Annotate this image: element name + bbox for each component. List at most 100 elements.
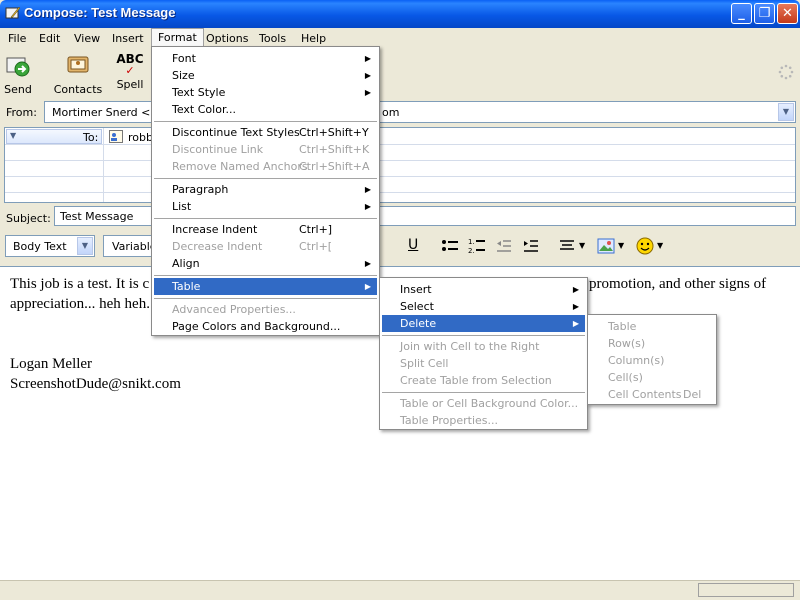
from-value-tail: om: [382, 106, 400, 119]
to-type-dropdown-icon[interactable]: ▼: [10, 131, 16, 140]
table-menu-create-table: Create Table from Selection: [382, 372, 585, 389]
format-menu-list[interactable]: List ▶: [154, 198, 377, 215]
menu-label: Table or Cell Background Color...: [400, 397, 579, 410]
send-icon: [6, 57, 30, 77]
menu-label: List: [172, 200, 192, 213]
subject-value: Test Message: [60, 210, 134, 223]
numbered-list-icon[interactable]: 1. 2.: [468, 237, 486, 255]
format-menu-text-style-label: Text Style: [172, 86, 226, 99]
spell-button[interactable]: ABC ✓ Spell: [110, 52, 150, 91]
format-menu-text-color[interactable]: Text Color...: [154, 101, 377, 118]
smiley-dropdown-icon[interactable]: ▼: [657, 241, 663, 250]
format-menu-table[interactable]: Table ▶: [154, 278, 377, 295]
delete-menu-columns: Column(s): [590, 352, 714, 369]
signature-name: Logan Meller: [10, 356, 93, 372]
menu-label: Table Properties...: [400, 414, 499, 427]
underline-button[interactable]: U: [408, 237, 418, 253]
menu-label: Column(s): [608, 354, 665, 367]
insert-dropdown-icon[interactable]: ▼: [618, 241, 624, 250]
body-line-2: appreciation... heh heh.: [10, 296, 150, 312]
format-menu-align[interactable]: Align ▶: [154, 255, 377, 272]
menu-separator: [154, 178, 377, 179]
smiley-icon[interactable]: [636, 237, 654, 255]
menu-separator: [154, 121, 377, 122]
status-progress-pane: [698, 583, 794, 597]
format-menu-text-style[interactable]: Text Style ▶: [154, 84, 377, 101]
submenu-arrow-icon: ▶: [364, 54, 371, 63]
address-row-divider: [5, 192, 795, 193]
menu-view[interactable]: View: [68, 29, 106, 48]
format-menu-font[interactable]: Font ▶: [154, 50, 377, 67]
to-label: To:: [83, 131, 99, 144]
menu-label: Decrease Indent: [172, 240, 263, 253]
menu-label: Align: [172, 257, 200, 270]
format-menu-font-label: Font: [172, 52, 196, 65]
bullet-list-icon[interactable]: [441, 238, 459, 254]
submenu-arrow-icon: ▶: [572, 285, 579, 294]
insert-image-icon[interactable]: [597, 238, 615, 254]
format-menu-text-color-label: Text Color...: [172, 103, 236, 116]
address-row-divider: [5, 144, 795, 145]
svg-text:2.: 2.: [468, 247, 475, 255]
menu-label: Paragraph: [172, 183, 229, 196]
increase-indent-icon[interactable]: [523, 238, 539, 254]
menu-label: Table: [172, 280, 201, 293]
style-dropdown-icon[interactable]: ▼: [77, 237, 93, 255]
contacts-label: Contacts: [53, 83, 103, 96]
menu-shortcut: Del: [683, 388, 702, 401]
menu-label: Join with Cell to the Right: [400, 340, 540, 353]
menu-shortcut: Ctrl+Shift+K: [299, 143, 370, 156]
align-icon[interactable]: [559, 238, 575, 254]
table-menu-delete[interactable]: Delete ▶: [382, 315, 585, 332]
address-row-divider: [5, 160, 795, 161]
delete-menu-cell-contents: Cell Contents Del: [590, 386, 714, 403]
menu-label: Select: [400, 300, 434, 313]
format-menu-discontinue-text-styles[interactable]: Discontinue Text Styles Ctrl+Shift+Y: [154, 124, 377, 141]
submenu-arrow-icon: ▶: [364, 282, 371, 291]
body-line-1-start: This job is a test. It is c: [10, 276, 150, 292]
menu-label: Page Colors and Background...: [172, 320, 341, 333]
table-menu-properties: Table Properties...: [382, 412, 585, 429]
align-dropdown-icon[interactable]: ▼: [579, 241, 585, 250]
format-menu-size[interactable]: Size ▶: [154, 67, 377, 84]
throbber-icon: [778, 64, 794, 80]
menu-format[interactable]: Format: [151, 28, 204, 47]
format-menu-paragraph[interactable]: Paragraph ▶: [154, 181, 377, 198]
from-dropdown-icon[interactable]: ▼: [778, 103, 794, 121]
submenu-arrow-icon: ▶: [364, 71, 371, 80]
menu-label: Insert: [400, 283, 432, 296]
submenu-arrow-icon: ▶: [572, 319, 579, 328]
format-menu-page-colors[interactable]: Page Colors and Background...: [154, 318, 377, 335]
format-menu-size-label: Size: [172, 69, 195, 82]
table-menu-select[interactable]: Select ▶: [382, 298, 585, 315]
send-button[interactable]: Send: [0, 52, 48, 96]
menu-shortcut: Ctrl+]: [299, 223, 333, 236]
menu-insert[interactable]: Insert: [106, 29, 150, 48]
menu-edit[interactable]: Edit: [33, 29, 66, 48]
format-menu-increase-indent[interactable]: Increase Indent Ctrl+]: [154, 221, 377, 238]
menu-label: Increase Indent: [172, 223, 258, 236]
decrease-indent-icon[interactable]: [496, 238, 512, 254]
menu-shortcut: Ctrl+Shift+Y: [299, 126, 369, 139]
contacts-icon: [67, 56, 89, 73]
table-submenu: Insert ▶ Select ▶ Delete ▶ Join with Cell t…: [379, 277, 588, 430]
menu-label: Discontinue Text Styles: [172, 126, 300, 139]
menu-separator: [154, 218, 377, 219]
contacts-button[interactable]: Contacts: [48, 52, 108, 96]
close-button[interactable]: ✕: [777, 3, 798, 24]
minimize-button[interactable]: _: [731, 3, 752, 24]
window-title: Compose: Test Message: [24, 5, 176, 20]
format-menu-decrease-indent: Decrease Indent Ctrl+[: [154, 238, 377, 255]
format-menu-advanced-properties: Advanced Properties...: [154, 301, 377, 318]
menu-separator: [154, 275, 377, 276]
menu-file[interactable]: File: [2, 29, 32, 48]
table-menu-insert[interactable]: Insert ▶: [382, 281, 585, 298]
format-menu: Font ▶ Size ▶ Text Style ▶ Text Color... Di…: [151, 46, 380, 336]
address-card-icon: [109, 130, 123, 143]
maximize-button[interactable]: ❐: [754, 3, 775, 24]
paragraph-style-value: Body Text: [13, 240, 67, 253]
table-menu-split-cell: Split Cell: [382, 355, 585, 372]
format-menu-discontinue-link: Discontinue Link Ctrl+Shift+K: [154, 141, 377, 158]
table-menu-join-cells: Join with Cell to the Right: [382, 338, 585, 355]
to-recipient[interactable]: robb: [128, 131, 153, 144]
